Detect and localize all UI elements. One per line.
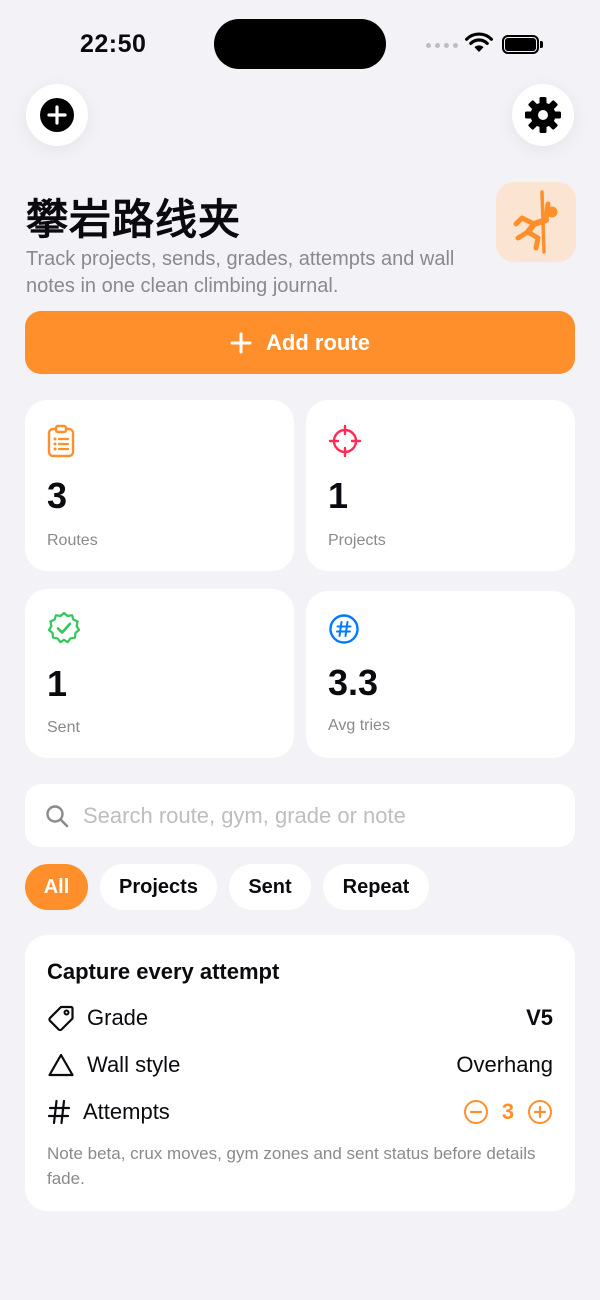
attempts-stepper[interactable]: 3 [463,1099,553,1125]
number-sign-icon [47,1099,71,1125]
wifi-icon [465,32,493,52]
stat-value: 3.3 [328,662,379,703]
minus-circle-icon[interactable] [463,1099,489,1125]
stat-label: Avg tries [328,717,390,734]
battery-icon [502,35,543,54]
filter-chip-sent[interactable]: Sent [229,864,311,910]
attempts-row: Attempts 3 [47,1095,553,1129]
target-icon [328,424,362,458]
number-circle-icon [329,614,359,644]
stat-card-projects[interactable]: 1 Projects [306,400,575,571]
filter-chip-projects[interactable]: Projects [100,864,217,910]
add-route-label: Add route [266,329,370,355]
stat-value: 1 [47,663,68,704]
screen: 22:50 攀岩路线夹 Track projects, sends, grade… [0,0,600,1300]
filter-chip-label: Repeat [342,875,410,898]
capture-card: Capture every attempt Grade V5 Wall styl… [25,935,575,1211]
grade-value: V5 [526,1005,553,1030]
filter-chip-label: All [43,875,70,898]
stat-value: 3 [47,475,68,516]
stat-card-avg-tries[interactable]: 3.3 Avg tries [306,591,575,758]
checkmark-seal-icon [47,611,81,644]
clipboard-icon [47,424,75,458]
grade-label: Grade [87,1005,149,1030]
plus-icon [230,332,252,353]
filter-chip-all[interactable]: All [25,864,88,910]
attempts-value: 3 [501,1099,515,1124]
triangle-icon [48,1053,74,1077]
add-route-button[interactable]: Add route [25,311,575,374]
add-button[interactable] [26,84,88,146]
dynamic-island [214,19,386,69]
stat-card-sent[interactable]: 1 Sent [25,589,294,758]
wall-style-row[interactable]: Wall style Overhang [47,1048,553,1082]
search-bar[interactable] [25,784,575,847]
app-badge [496,182,576,262]
tag-icon [48,1005,74,1032]
status-time: 22:50 [80,30,147,58]
wall-style-label: Wall style [87,1052,181,1077]
grade-row[interactable]: Grade V5 [47,1001,553,1035]
plus-circle-icon[interactable] [527,1099,553,1125]
filter-chip-label: Projects [119,875,198,898]
search-icon [46,804,69,827]
stat-label: Sent [47,719,80,736]
page-subtitle: Track projects, sends, grades, attempts … [26,248,455,297]
search-input[interactable] [83,802,553,829]
stat-label: Routes [47,532,98,549]
filter-chip-label: Sent [248,875,292,898]
plus-circle-icon [40,98,74,132]
capture-note: Note beta, crux moves, gym zones and sen… [47,1144,536,1188]
stat-label: Projects [328,532,386,549]
stat-card-routes[interactable]: 3 Routes [25,400,294,571]
wall-style-value: Overhang [456,1052,553,1077]
settings-button[interactable] [512,84,574,146]
capture-title: Capture every attempt [47,959,280,984]
climber-icon [513,190,558,254]
filter-chip-repeat[interactable]: Repeat [323,864,429,910]
cellular-signal-icon [426,43,458,48]
page-title: 攀岩路线夹 [26,196,242,243]
status-bar: 22:50 [0,0,600,90]
stat-value: 1 [328,475,349,516]
gear-icon [525,97,561,133]
attempts-label: Attempts [83,1099,170,1124]
